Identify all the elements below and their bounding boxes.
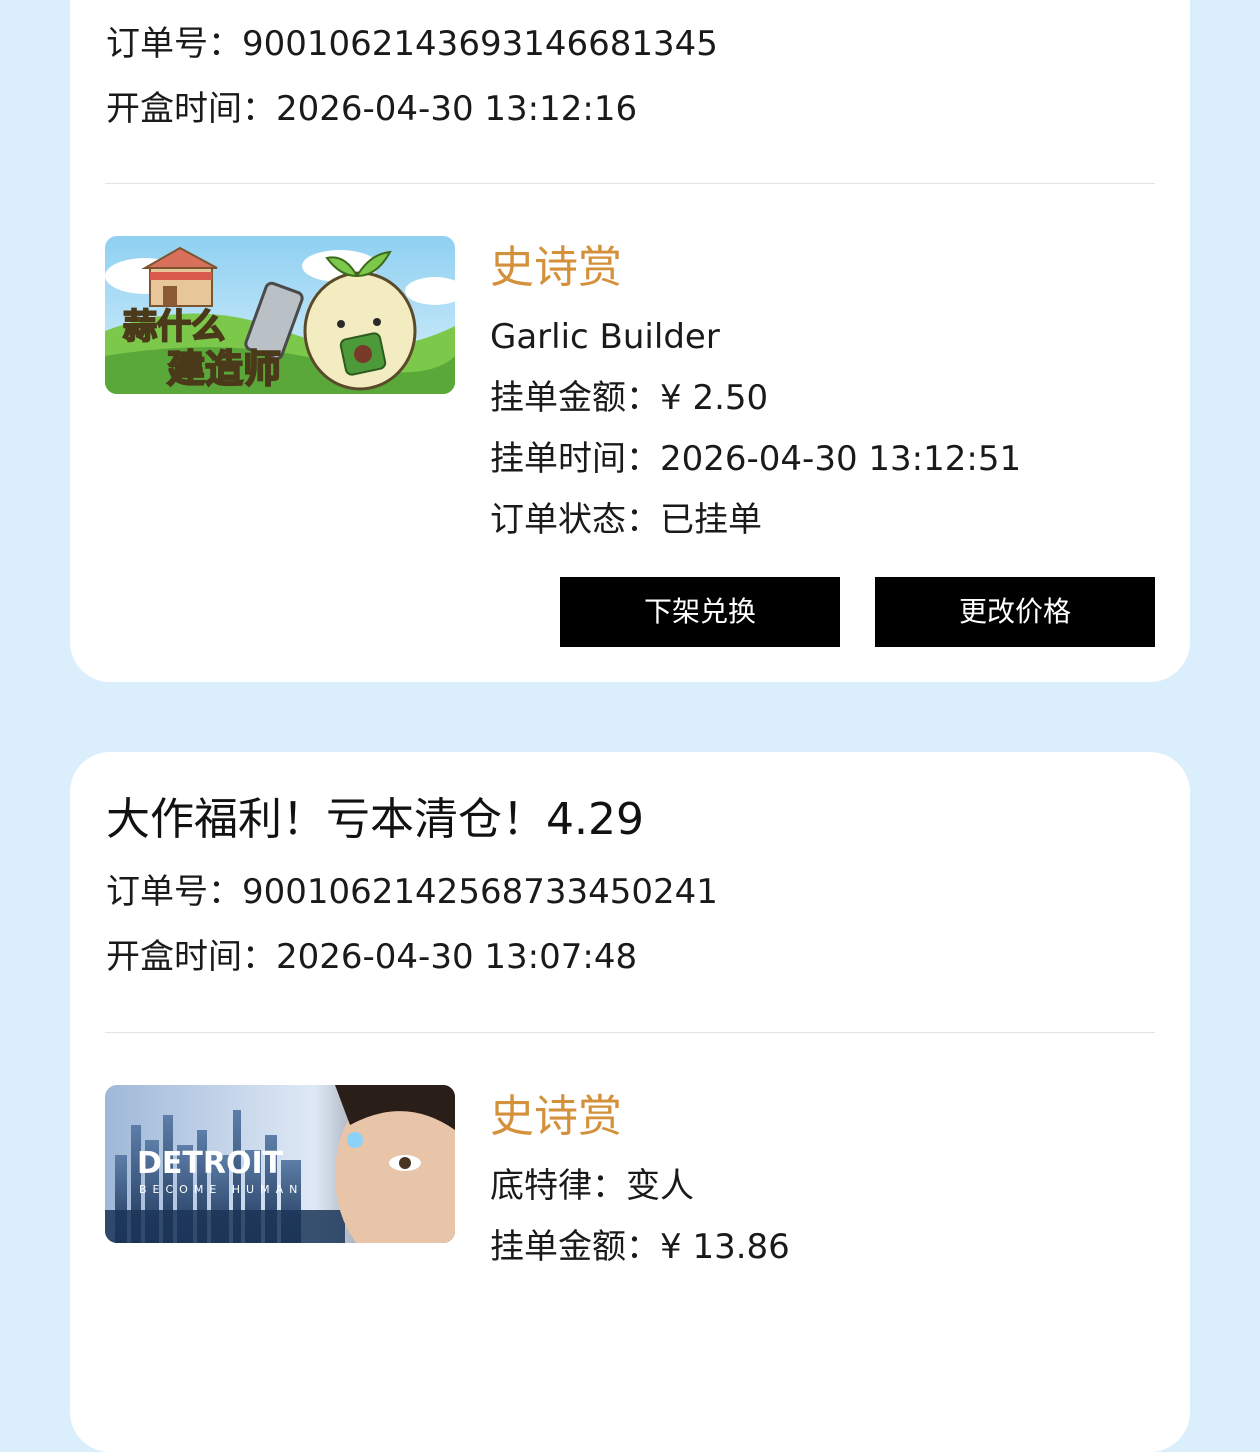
list-time-value: 2026-04-30 13:12:51 — [660, 439, 1022, 479]
open-time: 2026-04-30 13:12:16 — [276, 89, 638, 129]
item-name: 底特律：变人 — [490, 1166, 694, 1206]
order-card: 大作福利！亏本清仓！4.29 订单号：900106214256873345024… — [70, 752, 1190, 1452]
list-time-label: 挂单时间： — [490, 439, 660, 479]
open-time-label: 开盒时间： — [106, 937, 276, 977]
thumb-title-2: 建造师 — [167, 347, 281, 391]
thumb-title-1: 蒜什么 — [123, 307, 225, 347]
price-value: ¥ 2.50 — [660, 378, 769, 418]
order-number-label: 订单号： — [106, 872, 242, 912]
rarity-label: 史诗赏 — [490, 242, 622, 293]
open-time: 2026-04-30 13:07:48 — [276, 937, 638, 977]
box-title: 大作福利！亏本清仓！4.29 — [106, 794, 644, 845]
order-card: 订单号：9001062143693146681345 开盒时间：2026-04-… — [70, 0, 1190, 682]
divider — [105, 183, 1155, 184]
divider — [105, 1032, 1155, 1033]
price-label: 挂单金额： — [490, 1227, 660, 1267]
garlic-builder-art: 蒜什么 建造师 — [105, 236, 455, 394]
order-number: 9001062143693146681345 — [242, 24, 718, 64]
item-thumbnail[interactable]: DETROIT BECOME HUMAN — [105, 1085, 455, 1243]
order-number-line: 订单号：9001062142568733450241 — [106, 870, 718, 914]
status-line: 订单状态：已挂单 — [490, 498, 762, 542]
open-time-label: 开盒时间： — [106, 89, 276, 129]
open-time-line: 开盒时间：2026-04-30 13:12:16 — [106, 87, 637, 131]
status-label: 订单状态： — [490, 500, 660, 540]
price-label: 挂单金额： — [490, 378, 660, 418]
status-value: 已挂单 — [660, 500, 762, 540]
price-value: ¥ 13.86 — [660, 1227, 790, 1267]
change-price-button[interactable]: 更改价格 — [875, 577, 1155, 647]
item-thumbnail[interactable]: 蒜什么 建造师 — [105, 236, 455, 394]
rarity-label: 史诗赏 — [490, 1091, 622, 1142]
open-time-line: 开盒时间：2026-04-30 13:07:48 — [106, 935, 637, 979]
price-line: 挂单金额：¥ 2.50 — [490, 376, 768, 420]
delist-button[interactable]: 下架兑换 — [560, 577, 840, 647]
detroit-art: DETROIT BECOME HUMAN — [105, 1085, 455, 1243]
item-name: Garlic Builder — [490, 317, 720, 357]
thumb-title-2: BECOME HUMAN — [139, 1183, 303, 1196]
order-number-label: 订单号： — [106, 24, 242, 64]
order-number: 9001062142568733450241 — [242, 872, 718, 912]
price-line: 挂单金额：¥ 13.86 — [490, 1225, 790, 1269]
order-number-line: 订单号：9001062143693146681345 — [106, 22, 718, 66]
thumb-title-1: DETROIT — [137, 1146, 284, 1181]
list-time-line: 挂单时间：2026-04-30 13:12:51 — [490, 437, 1021, 481]
